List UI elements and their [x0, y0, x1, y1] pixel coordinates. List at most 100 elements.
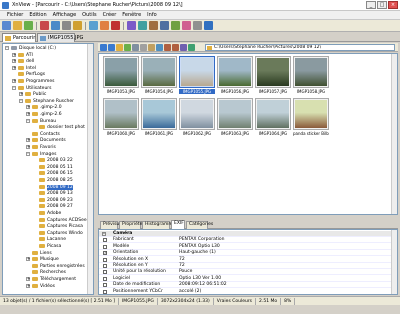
thumbnail[interactable]: IMGP1055.JPG: [179, 56, 215, 96]
move-icon[interactable]: [100, 21, 109, 30]
convert-icon[interactable]: [138, 21, 147, 30]
collapse-icon[interactable]: -: [26, 118, 30, 123]
menu-outils[interactable]: Outils: [79, 11, 99, 19]
exif-checkbox[interactable]: [103, 257, 107, 262]
exif-checkbox[interactable]: [103, 283, 107, 288]
collapse-icon[interactable]: -: [5, 46, 9, 50]
tree-item-label: Utilisateurs: [26, 85, 52, 91]
save-icon[interactable]: [51, 21, 60, 30]
tab-browser[interactable]: Parcourir: [2, 33, 36, 42]
photo-thumbnail: [181, 100, 213, 128]
thumbnail[interactable]: IMGP1053.JPG: [103, 56, 139, 96]
expand-icon[interactable]: +: [26, 112, 30, 116]
view-mode-icon[interactable]: [132, 43, 139, 51]
panel-tab[interactable]: Catégories: [186, 221, 213, 229]
parent-folder-icon[interactable]: [116, 43, 123, 51]
forward-icon[interactable]: [108, 43, 115, 51]
thumbnail[interactable]: IMGP1064.JPG: [255, 98, 291, 138]
menu-creer[interactable]: Créer: [100, 11, 120, 19]
expand-icon[interactable]: +: [26, 105, 30, 110]
panel-tab[interactable]: Histogramme: [142, 221, 176, 229]
thumbnail[interactable]: panda sticker Bilbo: [293, 98, 329, 138]
collapse-icon[interactable]: -: [19, 98, 23, 103]
thumbnail-size-icon[interactable]: [156, 43, 163, 51]
thumbnail-grid[interactable]: IMGP1053.JPG IMGP1054.JPG IMGP1055.JPG IMGP…: [98, 53, 398, 215]
thumbnail[interactable]: IMGP1061.JPG: [141, 98, 177, 138]
delete-icon[interactable]: [111, 21, 120, 30]
collapse-icon[interactable]: -: [26, 151, 30, 156]
exif-scrollbar[interactable]: [391, 230, 397, 294]
collapse-icon[interactable]: -: [102, 232, 106, 236]
path-field[interactable]: C:\Users\Stephane Rucher\Pictures\2008 0…: [205, 44, 395, 51]
expand-icon[interactable]: +: [19, 92, 23, 97]
help-icon[interactable]: [204, 21, 213, 30]
thumbnail[interactable]: IMGP1060.JPG: [103, 98, 139, 138]
menu-fenetre[interactable]: Fenêtre: [119, 11, 144, 19]
tree-item-label: 2008 05 11: [47, 164, 73, 170]
minimize-button[interactable]: _: [366, 1, 376, 9]
collapse-icon[interactable]: -: [12, 85, 16, 90]
web-page-icon[interactable]: [171, 21, 180, 30]
thumbnail[interactable]: IMGP1058.JPG: [293, 56, 329, 96]
menu-fichier[interactable]: Fichier: [4, 11, 26, 19]
close-button[interactable]: ×: [388, 1, 398, 9]
rotate-right-icon[interactable]: [172, 43, 179, 51]
batch-icon[interactable]: [149, 21, 158, 30]
menu-affichage[interactable]: Affichage: [50, 11, 80, 19]
thumbnail[interactable]: IMGP1057.JPG: [255, 56, 291, 96]
contact-sheet-icon[interactable]: [160, 21, 169, 30]
expand-icon[interactable]: +: [12, 79, 16, 83]
menu-info[interactable]: Info: [144, 11, 159, 19]
panel-tab[interactable]: EXIF: [171, 220, 185, 229]
compare-icon[interactable]: [180, 43, 187, 51]
expand-icon[interactable]: +: [12, 65, 16, 70]
exif-checkbox[interactable]: [103, 264, 107, 268]
maximize-button[interactable]: □: [377, 1, 387, 9]
sort-icon[interactable]: [140, 43, 147, 51]
copy-icon[interactable]: [89, 21, 98, 30]
expand-icon[interactable]: +: [26, 277, 30, 281]
expand-icon[interactable]: +: [12, 59, 16, 64]
exif-value: 2008:09:12 06:51:02: [179, 282, 227, 288]
refresh-icon[interactable]: [24, 21, 33, 30]
exif-checkbox[interactable]: [103, 238, 107, 243]
menu-edition[interactable]: Edition: [26, 11, 49, 19]
tree-item-label: 2008 08 25: [47, 178, 73, 183]
grid-scrollbar[interactable]: [391, 54, 397, 214]
capture-icon[interactable]: [182, 21, 191, 30]
exif-checkbox[interactable]: [103, 270, 107, 275]
thumbnail[interactable]: IMGP1062.JPG: [179, 98, 215, 138]
panel-tab[interactable]: Propriétés: [119, 221, 145, 229]
expand-icon[interactable]: +: [26, 257, 30, 262]
tree-scrollbar[interactable]: [87, 44, 93, 294]
expand-icon[interactable]: +: [26, 145, 30, 149]
scan-icon[interactable]: [73, 21, 82, 30]
stop-icon[interactable]: [40, 21, 49, 30]
thumbnail[interactable]: IMGP1063.JPG: [217, 98, 253, 138]
open-folder-icon[interactable]: [13, 21, 22, 30]
expand-icon[interactable]: +: [12, 52, 16, 57]
tree-item-label: Liens: [40, 250, 52, 256]
rotate-left-icon[interactable]: [164, 43, 171, 51]
browse-icon[interactable]: [2, 21, 11, 30]
exif-key: Logiciel: [113, 275, 131, 281]
panel-tab[interactable]: Prévisu: [100, 221, 119, 229]
print-icon[interactable]: [62, 21, 71, 30]
slideshow-icon[interactable]: [127, 21, 136, 30]
folder-tree[interactable]: - Disque local (C:) + ATI + dell + Intel PerfLog…: [2, 43, 94, 295]
thumbnail[interactable]: IMGP1054.JPG: [141, 56, 177, 96]
exif-checkbox[interactable]: [103, 244, 107, 249]
tab-image[interactable]: IMGP1055.JPG: [37, 33, 83, 42]
exif-checkbox[interactable]: [103, 276, 107, 281]
exif-checkbox[interactable]: ✓: [103, 251, 107, 256]
thumbnail[interactable]: IMGP1056.JPG: [217, 56, 253, 96]
thumbnail-caption: IMGP1057.JPG: [258, 89, 288, 94]
expand-icon[interactable]: +: [26, 138, 30, 143]
expand-icon[interactable]: +: [26, 283, 30, 288]
refresh-list-icon[interactable]: [124, 43, 131, 51]
options-icon[interactable]: [193, 21, 202, 30]
category-icon[interactable]: [188, 43, 195, 51]
exif-checkbox[interactable]: [103, 289, 107, 294]
filter-icon[interactable]: [148, 43, 155, 51]
back-icon[interactable]: [100, 43, 107, 51]
